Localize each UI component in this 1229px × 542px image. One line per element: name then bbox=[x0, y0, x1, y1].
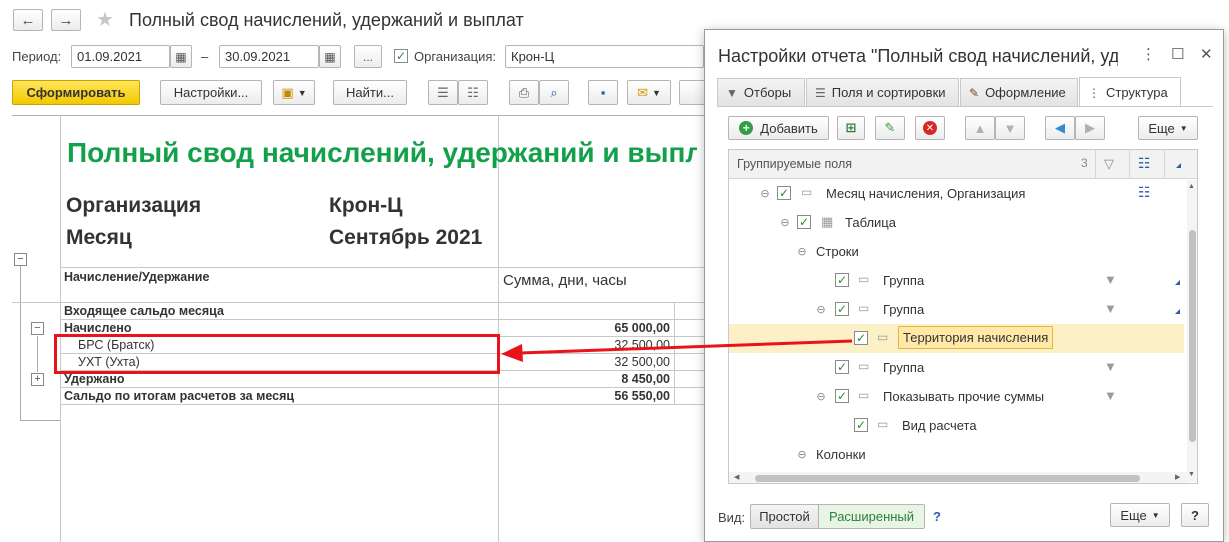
arrow-head bbox=[501, 344, 523, 362]
arrow-line bbox=[519, 339, 853, 355]
annotation-arrow bbox=[501, 339, 853, 362]
